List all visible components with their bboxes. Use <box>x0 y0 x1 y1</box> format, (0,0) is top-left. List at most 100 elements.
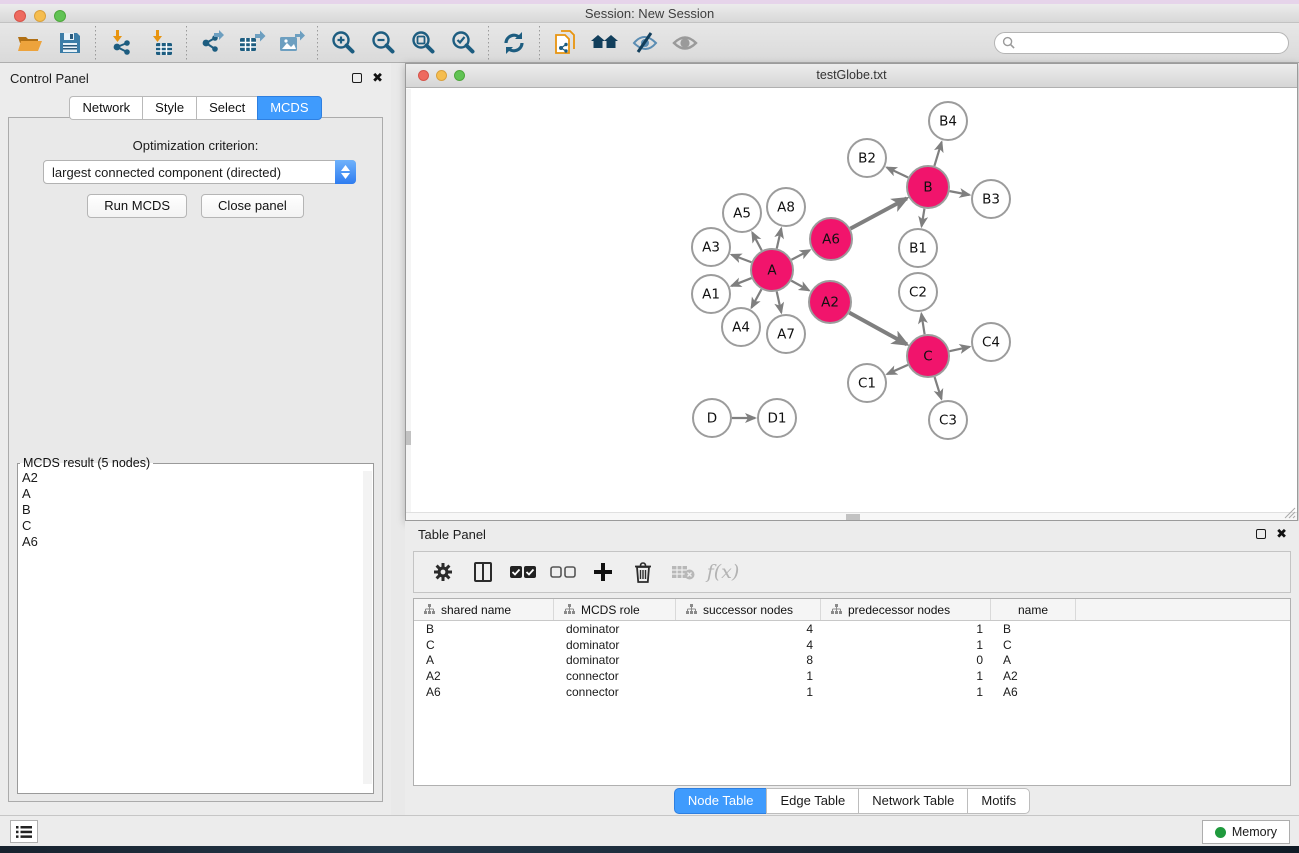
float-table-panel-icon[interactable] <box>1256 529 1266 539</box>
graph-edge[interactable] <box>791 250 809 260</box>
graph-edge[interactable] <box>850 198 906 228</box>
export-network-icon[interactable] <box>192 25 232 61</box>
graph-edge[interactable] <box>887 167 908 177</box>
node-table[interactable]: shared nameMCDS rolesuccessor nodesprede… <box>413 598 1291 786</box>
tab-mcds[interactable]: MCDS <box>257 96 321 120</box>
mcds-result-item[interactable]: A6 <box>18 534 373 550</box>
toolbar-separator <box>95 26 96 60</box>
memory-button[interactable]: Memory <box>1202 820 1290 844</box>
table-cell: 1 <box>821 622 991 636</box>
open-file-icon[interactable] <box>10 25 50 61</box>
network-horizontal-scrollbar[interactable] <box>406 512 1297 520</box>
search-input[interactable] <box>994 32 1289 54</box>
zoom-selected-icon[interactable] <box>443 25 483 61</box>
optimization-criterion-select[interactable]: largest connected component (directed) <box>43 160 356 184</box>
status-bar: Memory <box>0 815 1299 846</box>
column-header[interactable]: predecessor nodes <box>821 599 991 620</box>
graph-edge[interactable] <box>731 278 751 286</box>
tab-network-table[interactable]: Network Table <box>858 788 967 814</box>
graph-node-label: A8 <box>777 200 795 216</box>
tab-select[interactable]: Select <box>196 96 257 120</box>
graph-edge[interactable] <box>791 281 809 291</box>
graph-edge[interactable] <box>949 347 969 351</box>
tab-node-table[interactable]: Node Table <box>674 788 767 814</box>
graph-edge[interactable] <box>950 191 970 195</box>
graph-node-label: C1 <box>858 376 876 392</box>
close-table-panel-icon[interactable]: ✖ <box>1276 529 1287 539</box>
table-cell: 1 <box>821 638 991 652</box>
float-panel-icon[interactable] <box>352 73 362 83</box>
network-vertical-scrollbar[interactable] <box>406 89 411 512</box>
toolbar-separator <box>317 26 318 60</box>
refresh-icon[interactable] <box>494 25 534 61</box>
result-scrollbar[interactable] <box>363 471 372 784</box>
graph-node-label: A <box>767 263 777 279</box>
copy-network-icon[interactable] <box>545 25 585 61</box>
table-row[interactable]: A2connector11A2 <box>414 668 1290 684</box>
graph-edge[interactable] <box>732 255 752 262</box>
import-table-icon[interactable] <box>141 25 181 61</box>
zoom-out-icon[interactable] <box>363 25 403 61</box>
table-row[interactable]: A6connector11A6 <box>414 684 1290 700</box>
delete-column-icon[interactable] <box>626 554 660 590</box>
network-window-title: testGlobe.txt <box>406 68 1297 82</box>
mcds-result-item[interactable]: C <box>18 518 373 534</box>
graph-edge[interactable] <box>934 142 941 166</box>
select-all-columns-icon[interactable] <box>506 554 540 590</box>
mcds-result-box: MCDS result (5 nodes) A2ABCA6 <box>17 456 374 794</box>
split-column-icon[interactable] <box>466 554 500 590</box>
export-table-icon[interactable] <box>232 25 272 61</box>
resize-grip-icon[interactable] <box>1283 506 1296 519</box>
graph-edge[interactable] <box>935 377 942 399</box>
zoom-fit-icon[interactable] <box>403 25 443 61</box>
mcds-result-item[interactable]: A2 <box>18 470 373 486</box>
add-column-icon[interactable] <box>586 554 620 590</box>
table-cell: 4 <box>676 638 821 652</box>
graph-edge[interactable] <box>887 365 908 374</box>
close-panel-button[interactable]: Close panel <box>201 194 304 218</box>
control-panel-title: Control Panel <box>10 71 89 86</box>
export-image-icon[interactable] <box>272 25 312 61</box>
table-row[interactable]: Bdominator41B <box>414 621 1290 637</box>
table-row[interactable]: Adominator80A <box>414 653 1290 669</box>
network-window-titlebar[interactable]: testGlobe.txt <box>406 64 1297 88</box>
column-header[interactable]: successor nodes <box>676 599 821 620</box>
gear-icon[interactable] <box>426 554 460 590</box>
table-tabs: Node Table Edge Table Network Table Moti… <box>405 788 1299 814</box>
graph-node-label: B4 <box>939 114 957 130</box>
table-row[interactable]: Cdominator41C <box>414 637 1290 653</box>
zoom-in-icon[interactable] <box>323 25 363 61</box>
table-cell: dominator <box>554 638 676 652</box>
unselect-all-columns-icon[interactable] <box>546 554 580 590</box>
table-cell: 1 <box>821 669 991 683</box>
mcds-result-item[interactable]: B <box>18 502 373 518</box>
save-session-icon[interactable] <box>50 25 90 61</box>
tab-edge-table[interactable]: Edge Table <box>766 788 858 814</box>
graph-edge[interactable] <box>752 289 762 307</box>
hide-flagged-icon[interactable] <box>625 25 665 61</box>
tab-network[interactable]: Network <box>69 96 142 120</box>
graph-node-label: D1 <box>768 411 787 427</box>
close-panel-icon[interactable]: ✖ <box>372 73 383 83</box>
table-cell: B <box>991 622 1076 636</box>
tab-motifs[interactable]: Motifs <box>967 788 1030 814</box>
toolbar-separator <box>539 26 540 60</box>
graph-edge[interactable] <box>921 314 924 335</box>
column-header[interactable]: name <box>991 599 1076 620</box>
graph-edge[interactable] <box>752 232 762 250</box>
task-history-button[interactable] <box>10 820 38 843</box>
column-header[interactable]: MCDS role <box>554 599 676 620</box>
graph-edge[interactable] <box>777 228 781 248</box>
mcds-result-item[interactable]: A <box>18 486 373 502</box>
graph-edge[interactable] <box>777 291 782 312</box>
graph-edge[interactable] <box>849 313 907 345</box>
first-neighbors-icon[interactable] <box>585 25 625 61</box>
tab-style[interactable]: Style <box>142 96 196 120</box>
column-header[interactable]: shared name <box>414 599 554 620</box>
show-eye-icon[interactable] <box>665 25 705 61</box>
run-mcds-button[interactable]: Run MCDS <box>87 194 187 218</box>
graph-edge[interactable] <box>922 209 925 227</box>
network-canvas[interactable]: AA6A2BCA5A8A3A1A4A7B2B4B3B1C2C4C1C3DD1 <box>406 89 1297 512</box>
graph-node-label: C <box>923 349 932 365</box>
import-network-icon[interactable] <box>101 25 141 61</box>
